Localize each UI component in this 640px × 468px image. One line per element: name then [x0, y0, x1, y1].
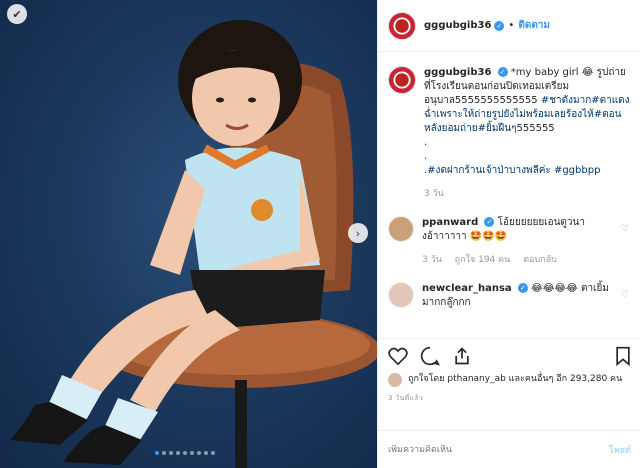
- add-comment-input[interactable]: [388, 444, 609, 455]
- carousel-dot: [211, 451, 215, 455]
- action-bar: [388, 339, 631, 373]
- caption-username[interactable]: gggubgib36: [424, 67, 491, 78]
- caption-meta: 3 วัน: [424, 186, 631, 200]
- author-avatar[interactable]: [388, 11, 416, 40]
- caption-dots: . .: [424, 137, 428, 162]
- carousel-dot: [204, 451, 208, 455]
- carousel-dot: [162, 451, 166, 455]
- caption: gggubgib36 ✓ *my baby girl 😂 รูปถ่ายที่โ…: [388, 66, 631, 200]
- comment-username[interactable]: ppanward: [422, 217, 478, 228]
- comment-bubble-icon[interactable]: [420, 346, 440, 366]
- carousel-dot: [155, 451, 159, 455]
- liker-avatar[interactable]: [388, 373, 402, 387]
- comment-likes[interactable]: ถูกใจ 194 คน: [455, 255, 511, 265]
- header-separator: •: [508, 20, 515, 31]
- post-header: gggubgib36 ✓ • ติดตาม: [378, 0, 640, 52]
- caption-hashtags-2[interactable]: .#งดฝากร้านเจ้าป่าบางพลีค่ะ #ggbbpp: [424, 164, 631, 178]
- post-side-panel: gggubgib36 ✓ • ติดตาม gggubgib36 ✓ *my b…: [377, 0, 640, 468]
- bookmark-icon[interactable]: [615, 346, 631, 366]
- verified-badge-icon: ✓: [497, 67, 508, 77]
- carousel-dots: [155, 451, 215, 455]
- author-username[interactable]: gggubgib36: [424, 20, 491, 31]
- comment-text: newclear_hansa ✓ 😂😂😂😂 ตาเยิ้มมากกลู๊กกก: [422, 282, 617, 310]
- comments-list[interactable]: gggubgib36 ✓ *my baby girl 😂 รูปถ่ายที่โ…: [378, 52, 640, 335]
- caption-time[interactable]: 3 วัน: [424, 189, 444, 199]
- carousel-dot: [176, 451, 180, 455]
- post-photo[interactable]: ✔ ›: [0, 0, 377, 468]
- like-comment-heart-icon[interactable]: ♡: [621, 290, 629, 300]
- back-arrow-icon[interactable]: ✔: [7, 4, 27, 24]
- next-photo-chevron-icon[interactable]: ›: [348, 223, 368, 243]
- post-actions: ถูกใจโดย pthanany_ab และคนอื่นๆ อีก 293,…: [378, 338, 640, 404]
- comment-username[interactable]: newclear_hansa: [422, 283, 512, 294]
- add-comment-bar: โพสต์: [378, 430, 640, 468]
- likes-summary: ถูกใจโดย pthanany_ab และคนอื่นๆ อีก 293,…: [388, 373, 631, 387]
- comment-meta: 3 วัน ถูกใจ 194 คน ตอบกลับ: [422, 252, 617, 266]
- follow-button[interactable]: ติดตาม: [518, 18, 550, 33]
- reply-button[interactable]: ตอบกลับ: [523, 255, 557, 265]
- photo-illustration: [10, 20, 377, 468]
- verified-badge-icon: ✓: [517, 283, 528, 293]
- caption-laugh: 555555: [516, 123, 555, 134]
- comment-item: ppanward ✓ โอ้ยยยยยยเอนดูวนางอ้าาาาาา 🤩🤩…: [388, 216, 631, 266]
- carousel-dot: [183, 451, 187, 455]
- post-comment-button[interactable]: โพสต์: [609, 443, 631, 457]
- carousel-dot: [169, 451, 173, 455]
- share-icon[interactable]: [452, 346, 472, 366]
- comment-item: newclear_hansa ✓ 😂😂😂😂 ตาเยิ้มมากกลู๊กกก …: [388, 282, 631, 310]
- verified-badge-icon: ✓: [494, 20, 505, 31]
- carousel-dot: [197, 451, 201, 455]
- like-heart-icon[interactable]: [388, 347, 408, 365]
- caption-text: gggubgib36 ✓ *my baby girl 😂 รูปถ่ายที่โ…: [424, 66, 631, 178]
- like-comment-heart-icon[interactable]: ♡: [621, 224, 629, 234]
- commenter-avatar[interactable]: [388, 282, 414, 308]
- comment-time[interactable]: 3 วัน: [422, 255, 442, 265]
- carousel-dot: [190, 451, 194, 455]
- post-time: 3 วันที่แล้ว: [388, 394, 424, 402]
- likes-text[interactable]: ถูกใจโดย pthanany_ab และคนอื่นๆ อีก 293,…: [408, 373, 622, 386]
- comment-text: ppanward ✓ โอ้ยยยยยยเอนดูวนางอ้าาาาาา 🤩🤩…: [422, 216, 617, 244]
- caption-author-avatar[interactable]: [388, 66, 416, 94]
- verified-badge-icon: ✓: [484, 217, 495, 227]
- commenter-avatar[interactable]: [388, 216, 414, 242]
